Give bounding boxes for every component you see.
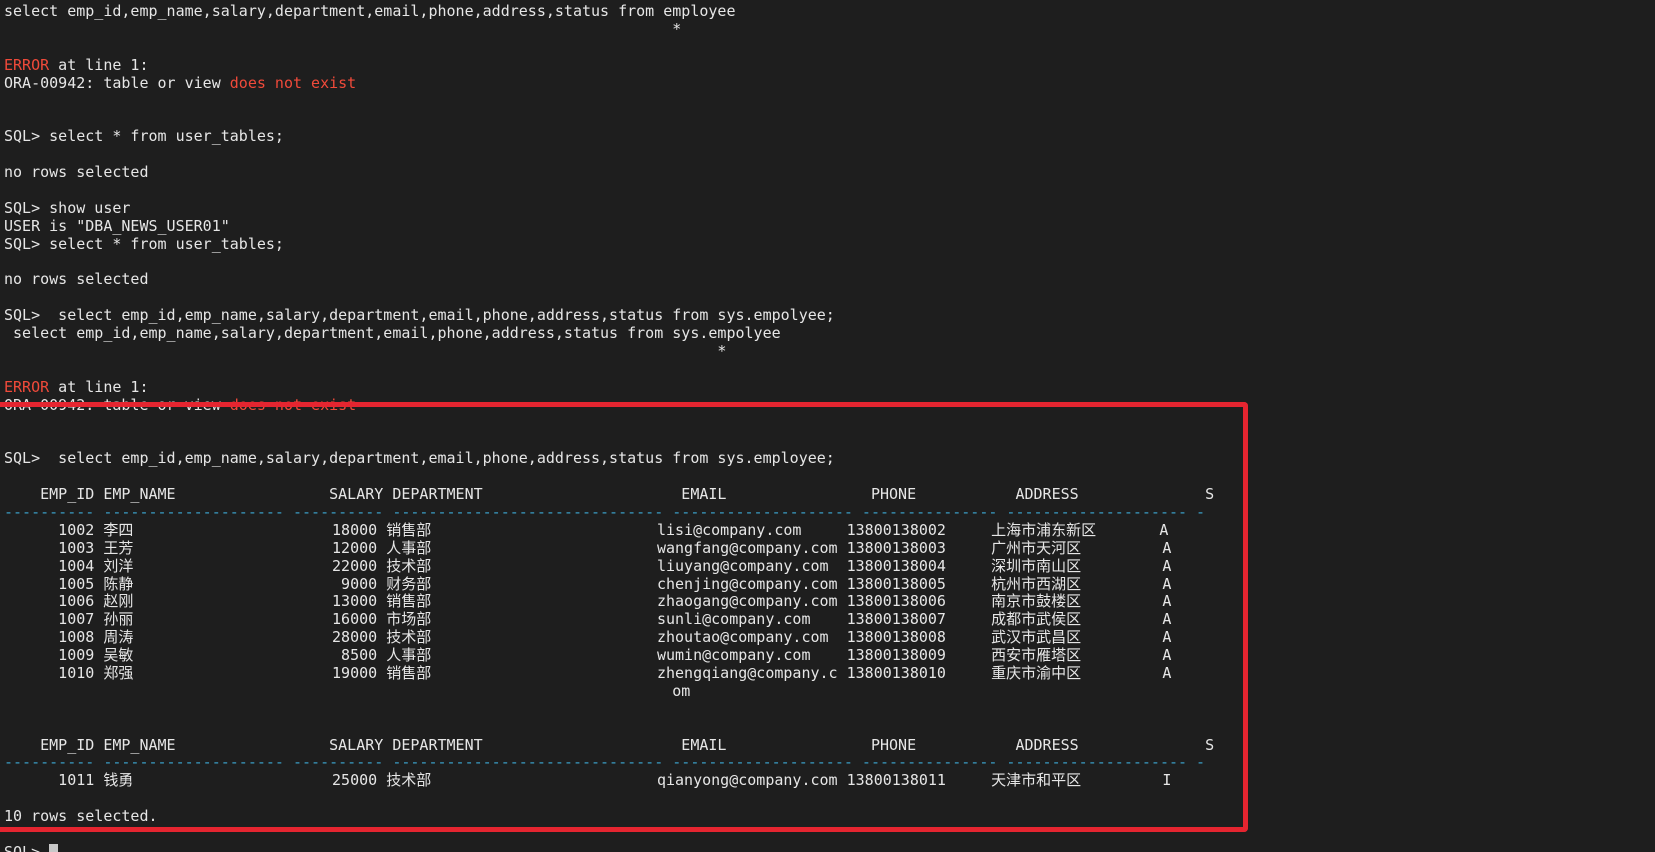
terminal-line: 1002 李四 18000 销售部 lisi@company.com 13800… bbox=[0, 522, 1655, 540]
terminal-line: 1007 孙丽 16000 市场部 sunli@company.com 1380… bbox=[0, 611, 1655, 629]
terminal-text: * bbox=[4, 342, 727, 360]
terminal-text: select emp_id,emp_name,salary,department… bbox=[4, 3, 736, 20]
terminal-text: at line 1: bbox=[49, 56, 149, 74]
error-text: ERROR bbox=[4, 56, 50, 74]
terminal-text: SQL> select emp_id,emp_name,salary,depar… bbox=[4, 307, 835, 325]
terminal-text: om bbox=[4, 682, 691, 700]
text-cursor bbox=[49, 843, 59, 852]
terminal-line: SQL> select emp_id,emp_name,salary,depar… bbox=[0, 307, 1655, 325]
terminal-line: ERROR at line 1: bbox=[0, 379, 1655, 397]
terminal-text: SQL> bbox=[4, 844, 49, 852]
terminal-window[interactable]: select emp_id,emp_name,salary,department… bbox=[0, 0, 1655, 852]
terminal-text: 1008 周涛 28000 技术部 zhoutao@company.com 13… bbox=[4, 629, 1172, 647]
terminal-text: SQL> select * from user_tables; bbox=[4, 128, 284, 146]
terminal-text: 1006 赵刚 13000 销售部 zhaogang@company.com 1… bbox=[4, 593, 1172, 611]
error-text: ERROR bbox=[4, 378, 50, 396]
terminal-text: 1009 吴敏 8500 人事部 wumin@company.com 13800… bbox=[4, 647, 1172, 665]
terminal-text: 1003 王芳 12000 人事部 wangfang@company.com 1… bbox=[4, 539, 1172, 557]
terminal-line: USER is "DBA_NEWS_USER01" bbox=[0, 218, 1655, 236]
terminal-text: 1004 刘洋 22000 技术部 liuyang@company.com 13… bbox=[4, 557, 1172, 575]
terminal-line: EMP_ID EMP_NAME SALARY DEPARTMENT EMAIL … bbox=[0, 737, 1655, 755]
terminal-line: select emp_id,emp_name,salary,department… bbox=[0, 325, 1655, 343]
terminal-line: ORA-00942: table or view does not exist bbox=[0, 397, 1655, 415]
terminal-text: SQL> select emp_id,emp_name,salary,depar… bbox=[4, 450, 835, 468]
terminal-line: * bbox=[0, 343, 1655, 361]
column-separator: ---------- -------------------- --------… bbox=[4, 754, 1206, 772]
terminal-text: * bbox=[4, 20, 682, 38]
terminal-line: 10 rows selected. bbox=[0, 808, 1655, 826]
error-text: does not exist bbox=[229, 74, 357, 92]
terminal-text: SQL> show user bbox=[4, 199, 131, 217]
terminal-line: no rows selected bbox=[0, 271, 1655, 289]
terminal-text: 1011 钱勇 25000 技术部 qianyong@company.com 1… bbox=[4, 772, 1172, 790]
terminal-text: ORA-00942: table or view bbox=[4, 396, 230, 414]
terminal-line: 1010 郑强 19000 销售部 zhengqiang@company.c 1… bbox=[0, 665, 1655, 683]
column-separator: ---------- -------------------- --------… bbox=[4, 503, 1206, 521]
terminal-text: 1007 孙丽 16000 市场部 sunli@company.com 1380… bbox=[4, 611, 1172, 629]
terminal-line: no rows selected bbox=[0, 164, 1655, 182]
terminal-text: select emp_id,emp_name,salary,department… bbox=[4, 325, 781, 343]
terminal-line: select emp_id,emp_name,salary,department… bbox=[0, 3, 1655, 21]
terminal-line: EMP_ID EMP_NAME SALARY DEPARTMENT EMAIL … bbox=[0, 486, 1655, 504]
terminal-text: at line 1: bbox=[49, 378, 149, 396]
terminal-line: SQL> select * from user_tables; bbox=[0, 236, 1655, 254]
terminal-line: ---------- -------------------- --------… bbox=[0, 754, 1655, 772]
terminal-text: 1010 郑强 19000 销售部 zhengqiang@company.c 1… bbox=[4, 664, 1172, 682]
terminal-text: 1005 陈静 9000 财务部 chenjing@company.com 13… bbox=[4, 575, 1172, 593]
terminal-line: 1011 钱勇 25000 技术部 qianyong@company.com 1… bbox=[0, 772, 1655, 790]
terminal-line: om bbox=[0, 683, 1655, 701]
terminal-line: 1008 周涛 28000 技术部 zhoutao@company.com 13… bbox=[0, 629, 1655, 647]
terminal-text: 1002 李四 18000 销售部 lisi@company.com 13800… bbox=[4, 521, 1169, 539]
terminal-text: no rows selected bbox=[4, 271, 149, 289]
terminal-line: SQL> show user bbox=[0, 200, 1655, 218]
terminal-line: ORA-00942: table or view does not exist bbox=[0, 75, 1655, 93]
terminal-line: 1003 王芳 12000 人事部 wangfang@company.com 1… bbox=[0, 540, 1655, 558]
terminal-line: 1006 赵刚 13000 销售部 zhaogang@company.com 1… bbox=[0, 593, 1655, 611]
terminal-text: SQL> select * from user_tables; bbox=[4, 235, 284, 253]
terminal-text: ORA-00942: table or view bbox=[4, 74, 230, 92]
terminal-line: 1009 吴敏 8500 人事部 wumin@company.com 13800… bbox=[0, 647, 1655, 665]
terminal-line: ---------- -------------------- --------… bbox=[0, 504, 1655, 522]
terminal-line: 1004 刘洋 22000 技术部 liuyang@company.com 13… bbox=[0, 558, 1655, 576]
terminal-line: ERROR at line 1: bbox=[0, 57, 1655, 75]
terminal-line: 1005 陈静 9000 财务部 chenjing@company.com 13… bbox=[0, 576, 1655, 594]
terminal-text: no rows selected bbox=[4, 164, 149, 182]
terminal-text: 10 rows selected. bbox=[4, 808, 158, 826]
terminal-text: USER is "DBA_NEWS_USER01" bbox=[4, 217, 230, 235]
terminal-text: EMP_ID EMP_NAME SALARY DEPARTMENT EMAIL … bbox=[4, 736, 1215, 754]
error-text: does not exist bbox=[229, 396, 357, 414]
terminal-line: SQL> select emp_id,emp_name,salary,depar… bbox=[0, 450, 1655, 468]
terminal-line: SQL> bbox=[0, 843, 1655, 852]
terminal-text: EMP_ID EMP_NAME SALARY DEPARTMENT EMAIL … bbox=[4, 486, 1215, 504]
terminal-line: SQL> select * from user_tables; bbox=[0, 128, 1655, 146]
terminal-line: * bbox=[0, 21, 1655, 39]
